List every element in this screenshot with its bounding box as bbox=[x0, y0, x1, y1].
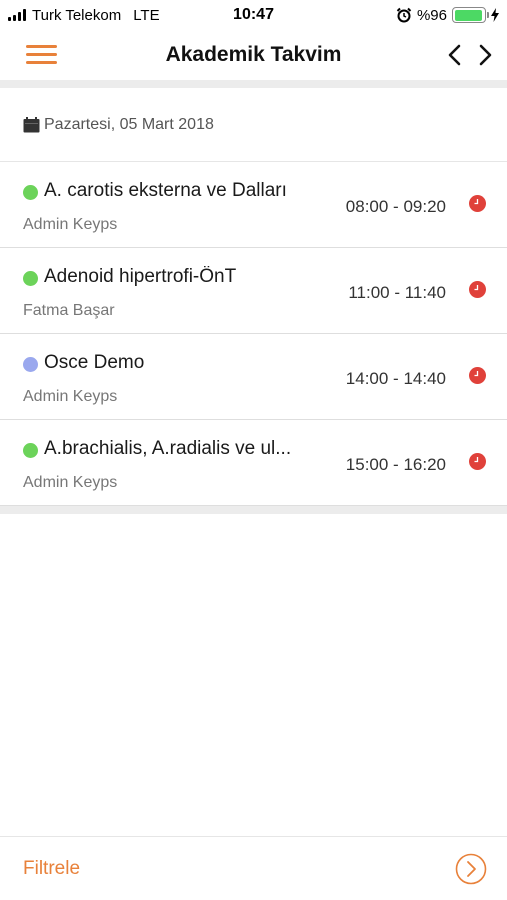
status-right: %96 bbox=[396, 7, 499, 24]
chevron-right-icon[interactable] bbox=[477, 44, 493, 66]
event-title: A. carotis eksterna ve Dalları bbox=[44, 180, 287, 201]
event-person: Admin Keyps bbox=[23, 474, 118, 491]
header-divider bbox=[0, 80, 507, 88]
event-time: 15:00 - 16:20 bbox=[345, 455, 446, 474]
carrier-name: Turk Telekom bbox=[32, 6, 122, 24]
clock-icon bbox=[469, 195, 486, 212]
calendar-icon bbox=[23, 116, 40, 132]
charging-icon bbox=[491, 8, 499, 22]
date-label: Pazartesi, 05 Mart 2018 bbox=[44, 115, 214, 133]
status-dot bbox=[23, 185, 38, 200]
status-time: 10:47 bbox=[233, 6, 274, 23]
event-person: Admin Keyps bbox=[23, 388, 118, 405]
alarm-icon bbox=[396, 7, 412, 23]
event-row[interactable]: Osce Demo Admin Keyps 14:00 - 14:40 bbox=[0, 334, 507, 420]
event-time: 14:00 - 14:40 bbox=[345, 369, 446, 388]
event-time: 11:00 - 11:40 bbox=[348, 283, 446, 302]
page-title: Akademik Takvim bbox=[165, 43, 342, 66]
clock-icon bbox=[469, 281, 486, 298]
list-divider bbox=[0, 506, 507, 514]
battery-percent: %96 bbox=[416, 6, 447, 24]
event-title: Adenoid hipertrofi-ÖnT bbox=[44, 266, 237, 287]
event-title: A.brachialis, A.radialis ve ul... bbox=[44, 438, 292, 459]
nav-bar: Akademik Takvim bbox=[0, 30, 507, 80]
event-row[interactable]: A.brachialis, A.radialis ve ul... Admin … bbox=[0, 420, 507, 506]
date-header: Pazartesi, 05 Mart 2018 bbox=[0, 88, 507, 162]
event-title: Osce Demo bbox=[44, 352, 145, 373]
status-dot bbox=[23, 443, 38, 458]
date-navigation bbox=[447, 44, 493, 66]
event-person: Fatma Başar bbox=[23, 302, 115, 319]
status-left: Turk Telekom LTE bbox=[8, 7, 160, 24]
signal-icon bbox=[8, 9, 26, 21]
clock-icon bbox=[469, 453, 486, 470]
event-row[interactable]: A. carotis eksterna ve Dalları Admin Key… bbox=[0, 162, 507, 248]
event-person: Admin Keyps bbox=[23, 216, 118, 233]
circle-chevron-right-icon[interactable] bbox=[455, 853, 487, 885]
status-dot bbox=[23, 357, 38, 372]
status-dot bbox=[23, 271, 38, 286]
status-bar: Turk Telekom LTE 10:47 %96 bbox=[0, 0, 507, 30]
filter-button[interactable]: Filtrele bbox=[23, 858, 80, 880]
network-type: LTE bbox=[133, 6, 160, 24]
event-time: 08:00 - 09:20 bbox=[345, 197, 446, 216]
footer-bar: Filtrele bbox=[0, 836, 507, 900]
battery-icon bbox=[452, 7, 489, 23]
chevron-left-icon[interactable] bbox=[447, 44, 463, 66]
clock-icon bbox=[469, 367, 486, 384]
hamburger-menu-icon[interactable] bbox=[26, 45, 57, 65]
event-row[interactable]: Adenoid hipertrofi-ÖnT Fatma Başar 11:00… bbox=[0, 248, 507, 334]
